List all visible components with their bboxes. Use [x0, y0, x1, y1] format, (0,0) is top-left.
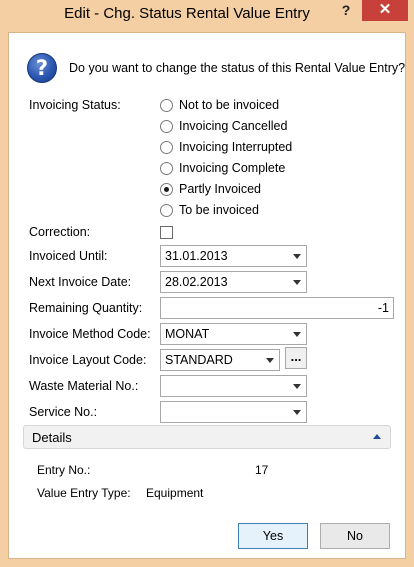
no-button[interactable]: No	[320, 523, 390, 549]
waste-material-no-label: Waste Material No.:	[29, 379, 139, 393]
radio-label: Partly Invoiced	[179, 182, 261, 196]
invoice-layout-code-label: Invoice Layout Code:	[29, 353, 147, 367]
radio-button-icon[interactable]	[160, 162, 173, 175]
radio-label: Invoicing Complete	[179, 161, 286, 175]
radio-label: Invoicing Interrupted	[179, 140, 293, 154]
invoiced-until-value: 31.01.2013	[165, 249, 228, 263]
title-bar: Edit - Chg. Status Rental Value Entry ? …	[0, 0, 414, 32]
radio-button-icon[interactable]	[160, 120, 173, 133]
chevron-down-icon[interactable]	[266, 358, 274, 363]
chevron-down-icon[interactable]	[293, 384, 301, 389]
chevron-down-icon[interactable]	[293, 410, 301, 415]
question-icon: ?	[27, 53, 57, 83]
radio-label: Invoicing Cancelled	[179, 119, 288, 133]
next-invoice-date-dropdown[interactable]: 28.02.2013	[160, 271, 307, 293]
radio-label: To be invoiced	[179, 203, 259, 217]
chevron-down-icon[interactable]	[293, 280, 301, 285]
radio-button-icon[interactable]	[160, 141, 173, 154]
details-title: Details	[32, 430, 72, 445]
invoice-layout-lookup-button[interactable]: ...	[285, 347, 307, 369]
radio-button-selected-icon[interactable]	[160, 183, 173, 196]
entry-no-label: Entry No.:	[37, 463, 91, 477]
chevron-up-icon[interactable]	[373, 434, 381, 439]
value-entry-type-value: Equipment	[146, 486, 204, 500]
invoice-method-code-label: Invoice Method Code:	[29, 327, 151, 341]
prompt-text: Do you want to change the status of this…	[69, 61, 406, 75]
service-no-dropdown[interactable]	[160, 401, 307, 423]
service-no-label: Service No.:	[29, 405, 98, 419]
confirmation-prompt: ? Do you want to change the status of th…	[27, 53, 405, 85]
invoiced-until-dropdown[interactable]: 31.01.2013	[160, 245, 307, 267]
radio-label: Not to be invoiced	[179, 98, 280, 112]
invoice-method-code-value: MONAT	[165, 327, 210, 341]
details-fasttab-header[interactable]: Details	[23, 425, 391, 449]
invoiced-until-label: Invoiced Until:	[29, 249, 108, 263]
radio-button-icon[interactable]	[160, 204, 173, 217]
invoice-layout-code-value: STANDARD	[165, 353, 233, 367]
chevron-down-icon[interactable]	[293, 254, 301, 259]
invoice-method-code-dropdown[interactable]: MONAT	[160, 323, 307, 345]
next-invoice-date-label: Next Invoice Date:	[29, 275, 132, 289]
remaining-quantity-label: Remaining Quantity:	[29, 301, 143, 315]
entry-no-value: 17	[255, 463, 269, 477]
chevron-down-icon[interactable]	[293, 332, 301, 337]
help-button[interactable]: ?	[333, 0, 359, 22]
invoice-layout-code-dropdown[interactable]: STANDARD	[160, 349, 280, 371]
yes-button[interactable]: Yes	[238, 523, 308, 549]
remaining-quantity-value: -1	[377, 301, 389, 315]
invoicing-status-label: Invoicing Status:	[29, 98, 121, 112]
value-entry-type-label: Value Entry Type:	[37, 486, 131, 500]
radio-button-icon[interactable]	[160, 99, 173, 112]
next-invoice-date-value: 28.02.2013	[165, 275, 228, 289]
close-button[interactable]: ✕	[362, 0, 408, 21]
correction-checkbox[interactable]	[160, 226, 173, 239]
correction-label: Correction:	[29, 225, 91, 239]
remaining-quantity-input[interactable]: -1	[160, 297, 394, 319]
dialog-body: ? Do you want to change the status of th…	[8, 32, 406, 559]
waste-material-no-dropdown[interactable]	[160, 375, 307, 397]
window-title: Edit - Chg. Status Rental Value Entry	[64, 5, 310, 22]
